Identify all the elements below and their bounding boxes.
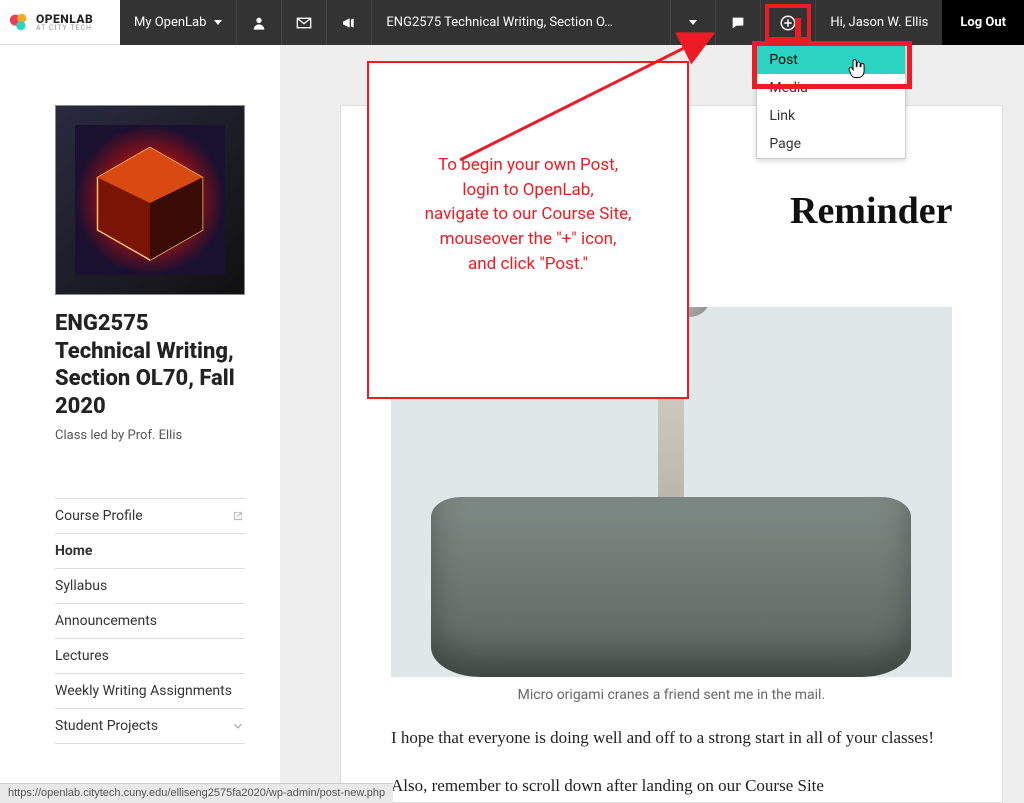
plus-circle-icon bbox=[779, 14, 797, 32]
new-content-button[interactable]: Post Media Link Page bbox=[761, 0, 816, 45]
nav-course-profile[interactable]: Course Profile bbox=[55, 498, 245, 534]
openlab-logo[interactable]: OPENLAB AT CITY TECH bbox=[0, 0, 120, 45]
nav-label: Student Projects bbox=[55, 718, 158, 734]
nav-label: Course Profile bbox=[55, 508, 143, 524]
openlab-logo-icon bbox=[8, 11, 30, 33]
logout-label: Log Out bbox=[960, 15, 1006, 30]
envelope-icon bbox=[296, 15, 312, 31]
chevron-down-icon bbox=[231, 719, 245, 733]
toolbar-right: Hi, Jason W. Ellis Log Out bbox=[816, 0, 1024, 45]
post-paragraph: I hope that everyone is doing well and o… bbox=[391, 725, 952, 751]
site-title: ENG2575 Technical Writing, Section OL70,… bbox=[55, 310, 245, 420]
messages-icon-button[interactable] bbox=[282, 0, 327, 45]
comment-icon bbox=[730, 15, 746, 31]
dropdown-item-page[interactable]: Page bbox=[757, 130, 905, 158]
course-title-label: ENG2575 Technical Writing, Section O… bbox=[386, 15, 613, 30]
nav-label: Announcements bbox=[55, 613, 157, 629]
course-site-menu[interactable]: ENG2575 Technical Writing, Section O… bbox=[372, 0, 671, 45]
image-caption: Micro origami cranes a friend sent me in… bbox=[391, 687, 952, 703]
annotation-text: To begin your own Post, login to OpenLab… bbox=[389, 153, 667, 276]
dropdown-item-post[interactable]: Post bbox=[757, 46, 905, 74]
openlab-logo-text: OPENLAB AT CITY TECH bbox=[36, 13, 93, 32]
dropdown-label: Post bbox=[769, 52, 798, 68]
comments-icon-button[interactable] bbox=[716, 0, 761, 45]
notifications-icon-button[interactable] bbox=[327, 0, 372, 45]
nav-label: Lectures bbox=[55, 648, 109, 664]
hand-cursor-icon bbox=[847, 58, 867, 80]
admin-toolbar: OPENLAB AT CITY TECH My OpenLab ENG2575 … bbox=[0, 0, 1024, 45]
caret-down-icon bbox=[214, 20, 222, 25]
status-url: https://openlab.citytech.cuny.edu/ellise… bbox=[8, 787, 385, 799]
nav-student-projects[interactable]: Student Projects bbox=[55, 709, 245, 744]
nav-label: Weekly Writing Assignments bbox=[55, 683, 232, 699]
site-thumbnail[interactable] bbox=[55, 105, 245, 295]
dropdown-label: Media bbox=[769, 80, 808, 96]
browser-status-bar: https://openlab.citytech.cuny.edu/ellise… bbox=[0, 783, 393, 803]
my-openlab-menu[interactable]: My OpenLab bbox=[120, 0, 237, 45]
user-icon bbox=[251, 15, 267, 31]
nav-syllabus[interactable]: Syllabus bbox=[55, 569, 245, 604]
post-paragraph: Also, remember to scroll down after land… bbox=[391, 773, 952, 799]
site-thumbnail-graphic bbox=[75, 125, 225, 275]
user-greeting[interactable]: Hi, Jason W. Ellis bbox=[816, 0, 942, 45]
nav-home[interactable]: Home bbox=[55, 534, 245, 569]
greeting-label: Hi, Jason W. Ellis bbox=[830, 15, 928, 30]
site-subtitle: Class led by Prof. Ellis bbox=[55, 428, 245, 443]
nav-label: Syllabus bbox=[55, 578, 107, 594]
dropdown-label: Page bbox=[769, 136, 801, 152]
nav-lectures[interactable]: Lectures bbox=[55, 639, 245, 674]
course-caret[interactable] bbox=[671, 0, 716, 45]
caret-down-icon bbox=[689, 20, 697, 25]
profile-icon-button[interactable] bbox=[237, 0, 282, 45]
dropdown-item-link[interactable]: Link bbox=[757, 102, 905, 130]
nav-label: Home bbox=[55, 543, 92, 559]
dropdown-label: Link bbox=[769, 108, 795, 124]
nav-announcements[interactable]: Announcements bbox=[55, 604, 245, 639]
sidebar: ENG2575 Technical Writing, Section OL70,… bbox=[0, 45, 280, 803]
new-content-dropdown: Post Media Link Page bbox=[756, 45, 906, 159]
my-openlab-label: My OpenLab bbox=[134, 15, 206, 30]
nav-weekly-writing[interactable]: Weekly Writing Assignments bbox=[55, 674, 245, 709]
megaphone-icon bbox=[341, 15, 357, 31]
logout-button[interactable]: Log Out bbox=[942, 0, 1024, 45]
annotation-callout: To begin your own Post, login to OpenLab… bbox=[367, 61, 689, 399]
external-link-icon bbox=[231, 509, 245, 523]
sidebar-nav: Course Profile Home Syllabus Announcemen… bbox=[55, 498, 245, 744]
dropdown-item-media[interactable]: Media bbox=[757, 74, 905, 102]
